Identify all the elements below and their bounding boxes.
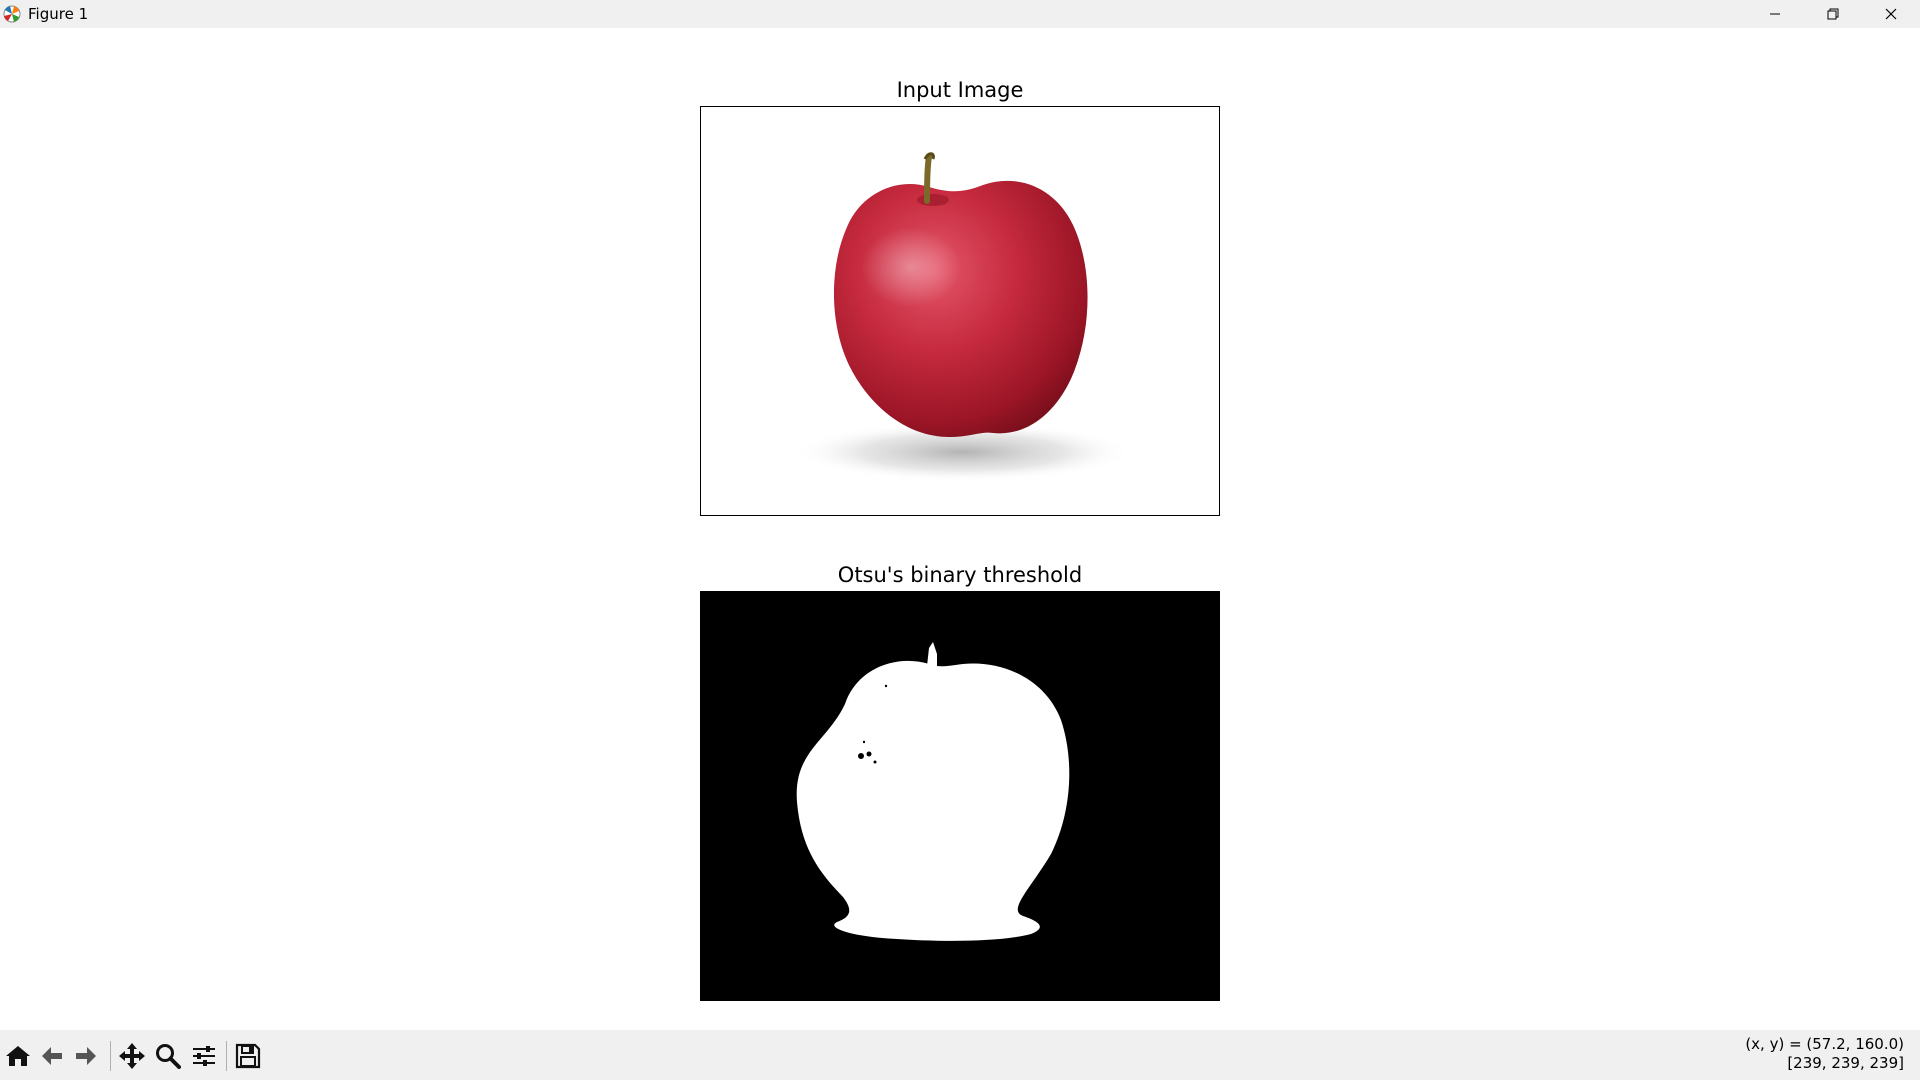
zoom-button[interactable]	[152, 1040, 184, 1072]
configure-subplots-button[interactable]	[188, 1040, 220, 1072]
axes-otsu-threshold[interactable]	[700, 591, 1220, 1001]
restore-icon	[1827, 8, 1839, 20]
close-icon	[1885, 8, 1897, 20]
restore-button[interactable]	[1804, 0, 1862, 28]
matplotlib-icon	[2, 4, 22, 24]
window-title: Figure 1	[28, 5, 89, 23]
forward-arrow-icon	[76, 1047, 96, 1065]
pan-button[interactable]	[116, 1040, 148, 1072]
forward-button[interactable]	[70, 1040, 102, 1072]
axes-title-otsu: Otsu's binary threshold	[837, 563, 1083, 587]
pan-icon	[119, 1043, 145, 1069]
configure-subplots-icon	[193, 1046, 215, 1066]
home-icon	[6, 1046, 30, 1066]
minimize-button[interactable]	[1746, 0, 1804, 28]
pixel-value: [239, 239, 239]	[1787, 1054, 1904, 1072]
title-bar: Figure 1	[0, 0, 1920, 28]
toolbar-separator	[110, 1041, 111, 1071]
otsu-mask-image	[701, 592, 1219, 1000]
axes-title-input: Input Image	[896, 78, 1024, 102]
home-button[interactable]	[2, 1040, 34, 1072]
toolbar-separator	[226, 1041, 227, 1071]
back-arrow-icon	[42, 1047, 62, 1065]
status-readout: (x, y) = (57.2, 160.0) [239, 239, 239]	[1745, 1035, 1904, 1073]
save-icon	[235, 1043, 261, 1069]
cursor-coordinates: (x, y) = (57.2, 160.0)	[1745, 1035, 1904, 1053]
matplotlib-window: Figure 1 Input Image Otsu's binary thres…	[0, 0, 1920, 1080]
window-controls	[1746, 0, 1920, 28]
close-button[interactable]	[1862, 0, 1920, 28]
zoom-icon	[156, 1044, 181, 1069]
save-button[interactable]	[232, 1040, 264, 1072]
apple-image	[701, 107, 1219, 515]
axes-input-image[interactable]	[700, 106, 1220, 516]
navigation-toolbar: (x, y) = (57.2, 160.0) [239, 239, 239]	[0, 1030, 1920, 1080]
minimize-icon	[1770, 13, 1780, 15]
back-button[interactable]	[36, 1040, 68, 1072]
figure-canvas[interactable]: Input Image Otsu's binary threshold	[0, 28, 1920, 1030]
